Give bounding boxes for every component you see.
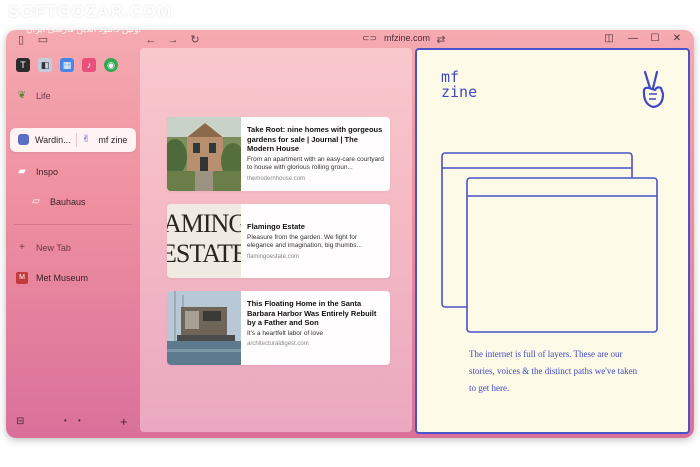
link-icon: ⊂⊃ (362, 33, 378, 43)
sidebar-item-label: New Tab (36, 243, 71, 253)
article-card[interactable]: Take Root: nine homes with gorgeous gard… (167, 117, 390, 191)
wardin-favicon-icon (18, 134, 29, 145)
tab-mf-zine[interactable]: ✌ mf zine (82, 134, 127, 145)
met-icon: M (16, 272, 28, 284)
nyt-favicon-icon[interactable]: T (16, 58, 30, 72)
mf-zine-page: mf zine The internet is full of layers. … (415, 48, 690, 434)
watermark-subtitle: اولین دانلود آنلاین فارسی ایران (26, 24, 142, 34)
sidebar-item-inspo[interactable]: ▰ Inspo (16, 166, 58, 178)
leaf-icon: ❦ (17, 90, 27, 101)
article-description: From an apartment with an easy-care cour… (247, 155, 384, 172)
sidebar: T ◧ ▦ ♪ ◉ ❦ Life Wardin... ✌ mf zine ▰ I… (6, 50, 140, 438)
article-description: Pleasure from the garden. We fight for e… (247, 233, 362, 250)
settings-sliders-icon[interactable]: ⇄ (434, 33, 448, 47)
spotify-favicon-icon[interactable]: ◉ (104, 58, 118, 72)
back-arrow-icon[interactable]: ← (144, 33, 158, 47)
sidebar-item-label: Bauhaus (50, 197, 86, 207)
tab-divider (76, 133, 77, 147)
space-dot-icon[interactable]: • (64, 416, 67, 425)
forward-arrow-icon[interactable]: → (166, 33, 180, 47)
zine-tagline: The internet is full of layers. These ar… (469, 349, 638, 393)
layout-icon[interactable]: ▭ (36, 33, 50, 47)
minimize-button[interactable]: — (626, 33, 640, 44)
music-favicon-icon[interactable]: ♪ (82, 58, 96, 72)
sidebar-item-met-museum[interactable]: M Met Museum (16, 272, 88, 284)
article-title: This Floating Home in the Santa Barbara … (247, 299, 377, 327)
close-button[interactable]: ✕ (670, 33, 684, 44)
article-title: Flamingo Estate (247, 222, 305, 231)
url-field[interactable]: mfzine.com (384, 33, 430, 43)
plus-icon: + (19, 242, 25, 253)
new-space-plus-icon[interactable]: + (120, 414, 128, 429)
tab-wardin[interactable]: Wardin... (18, 134, 71, 145)
sidebar-section-life[interactable]: ❦ Life (16, 90, 51, 102)
article-thumbnail (167, 291, 241, 365)
app-favicon-icon[interactable]: ◧ (38, 58, 52, 72)
reload-icon[interactable]: ↻ (188, 33, 202, 47)
maximize-button[interactable]: ☐ (648, 33, 662, 44)
favorites-row: T ◧ ▦ ♪ ◉ (16, 58, 118, 72)
section-label: Life (36, 91, 51, 101)
tab-label: mf zine (98, 134, 128, 145)
article-domain: themodernhouse.com (247, 175, 306, 182)
layered-windows-illustration (441, 152, 658, 333)
sidebar-item-bauhaus[interactable]: ▱ Bauhaus (30, 196, 86, 208)
archive-icon[interactable]: ⊟ (16, 416, 24, 427)
sidebar-bottom-bar: ⊟ • • + (16, 414, 130, 429)
split-view-icon[interactable]: ◫ (602, 33, 616, 44)
article-description: It's a heartfelt labor of love (247, 329, 324, 337)
article-thumbnail: AMINGO ESTATE (167, 204, 241, 278)
peace-hand-icon[interactable] (639, 70, 667, 115)
sidebar-item-label: Met Museum (36, 273, 89, 283)
sidebar-item-new-tab[interactable]: + New Tab (16, 242, 71, 254)
peace-favicon-icon: ✌ (82, 134, 91, 145)
sidebar-toggle-icon[interactable]: ▯ (14, 33, 28, 47)
folder-icon: ▱ (32, 196, 40, 207)
space-dot-icon[interactable]: • (78, 416, 81, 425)
thumb-text-line: ESTATE (167, 239, 241, 268)
calendar-favicon-icon[interactable]: ▦ (60, 58, 74, 72)
mf-zine-logo[interactable]: mf zine (441, 70, 477, 100)
article-domain: architecturaldigest.com (247, 341, 309, 347)
sidebar-item-label: Inspo (36, 167, 59, 177)
logo-line: zine (441, 83, 478, 101)
article-thumbnail (167, 117, 245, 191)
thumb-text-line: AMINGO (167, 209, 241, 238)
article-title: Take Root: nine homes with gorgeous gard… (247, 125, 383, 153)
article-card[interactable]: This Floating Home in the Santa Barbara … (167, 291, 390, 365)
article-domain: flamingoestate.com (247, 253, 300, 260)
folder-icon: ▰ (18, 166, 26, 177)
watermark-logo: SOFTGOZAR.COM (8, 2, 173, 21)
article-card[interactable]: AMINGO ESTATE Flamingo Estate Pleasure f… (167, 204, 390, 278)
sidebar-divider (14, 224, 132, 225)
tab-label: Wardin... (35, 134, 71, 145)
split-tab[interactable]: Wardin... ✌ mf zine (10, 128, 136, 152)
